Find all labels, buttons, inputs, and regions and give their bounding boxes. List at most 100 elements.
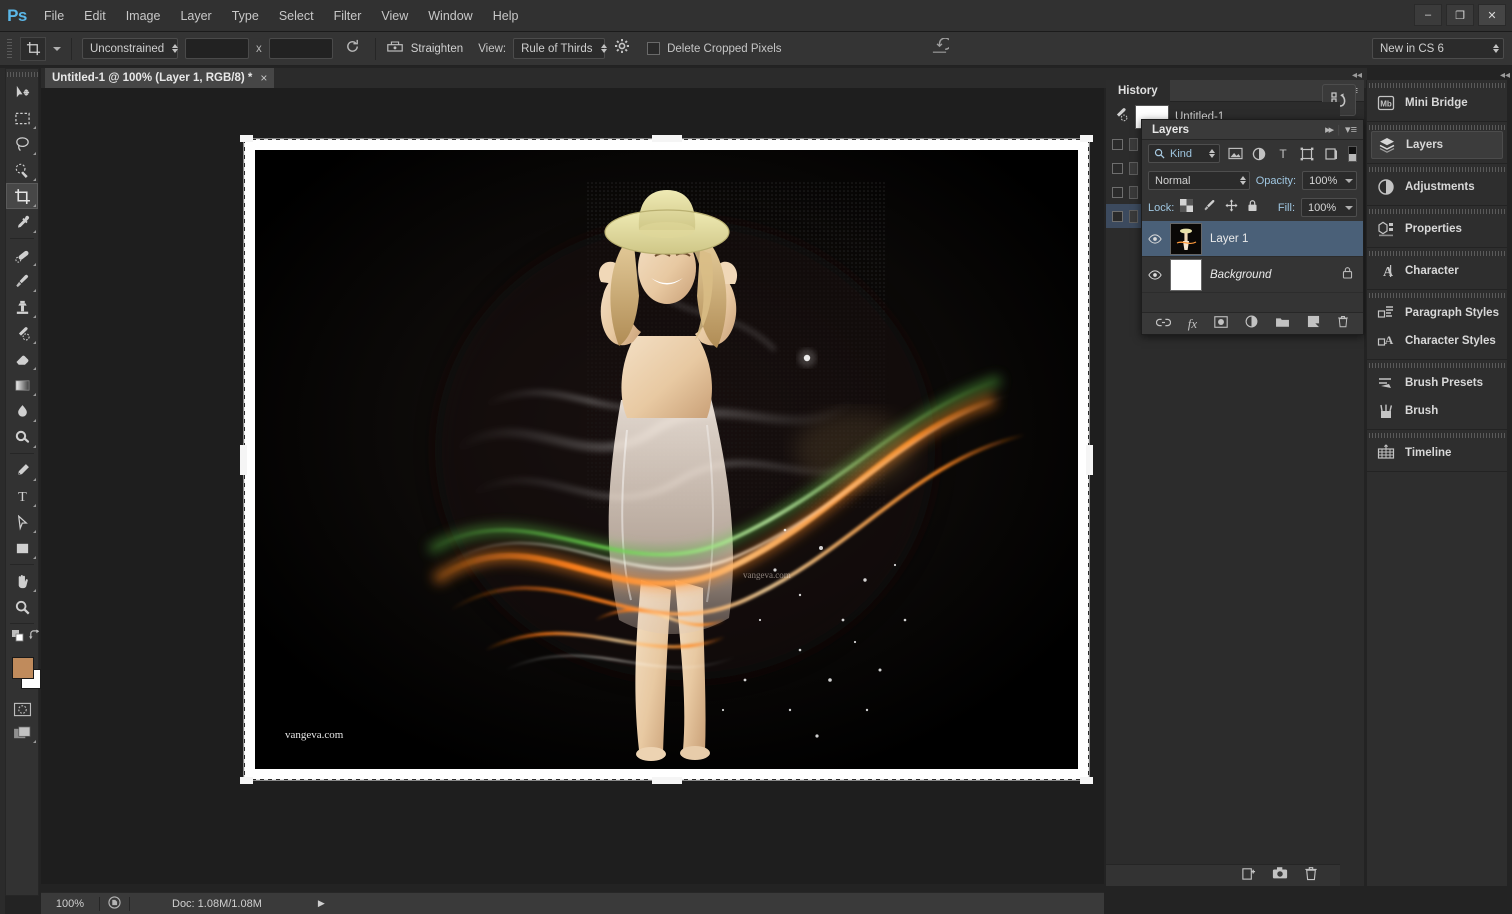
link-layers-icon[interactable] <box>1156 315 1171 333</box>
layer-row-background[interactable]: Background <box>1142 257 1363 293</box>
lasso-tool[interactable] <box>6 131 38 157</box>
delete-layer-icon[interactable] <box>1337 315 1349 333</box>
layer-style-fx-icon[interactable]: fx <box>1188 316 1197 332</box>
dock-item-timeline[interactable]: Timeline <box>1367 439 1507 467</box>
new-group-icon[interactable] <box>1275 315 1290 333</box>
opacity-input[interactable]: 100% <box>1302 171 1357 190</box>
move-tool[interactable] <box>6 79 38 105</box>
history-source-checkbox[interactable] <box>1112 139 1123 150</box>
menu-file[interactable]: File <box>34 0 74 32</box>
smart-object-filter-icon[interactable] <box>1322 145 1340 163</box>
crop-handle-top-left[interactable] <box>240 135 253 142</box>
menu-layer[interactable]: Layer <box>170 0 221 32</box>
layer-name[interactable]: Layer 1 <box>1210 233 1248 245</box>
close-button[interactable]: ✕ <box>1478 4 1506 26</box>
dock-group-grip[interactable] <box>1367 248 1507 257</box>
add-layer-mask-icon[interactable] <box>1214 315 1228 333</box>
foreground-color-swatch[interactable] <box>12 657 34 679</box>
panel-menu-icon[interactable]: ▾≡ <box>1345 123 1357 136</box>
dock-item-character[interactable]: A Character <box>1367 257 1507 285</box>
dock-item-adjustments[interactable]: Adjustments <box>1367 173 1507 201</box>
swap-colors-icon[interactable] <box>28 629 41 647</box>
dock-item-paragraph-styles[interactable]: Paragraph Styles <box>1367 299 1507 327</box>
quick-selection-tool[interactable] <box>6 157 38 183</box>
dock-group-grip[interactable] <box>1367 122 1507 131</box>
chevron-down-icon[interactable] <box>1345 179 1353 183</box>
lock-transparent-pixels-icon[interactable] <box>1180 199 1193 217</box>
new-layer-icon[interactable] <box>1307 315 1320 333</box>
crop-handle-bottom-left[interactable] <box>240 777 253 784</box>
document-tab[interactable]: Untitled-1 @ 100% (Layer 1, RGB/8) * × <box>45 68 274 88</box>
layer-name[interactable]: Background <box>1210 269 1271 281</box>
maximize-button[interactable]: ❐ <box>1446 4 1474 26</box>
crop-handle-middle-left[interactable] <box>240 445 247 475</box>
swap-dimensions-icon[interactable] <box>340 38 365 60</box>
history-source-checkbox[interactable] <box>1112 211 1123 222</box>
clone-stamp-tool[interactable] <box>6 294 38 320</box>
layer-filter-kind-dropdown[interactable]: Kind <box>1148 144 1220 163</box>
tool-preset-chevron-down-icon[interactable] <box>53 47 61 51</box>
collapse-icon[interactable]: ▸▸ <box>1325 123 1332 136</box>
rectangle-shape-tool[interactable] <box>6 535 38 561</box>
delete-cropped-pixels-checkbox[interactable] <box>647 42 660 55</box>
dock-item-brush[interactable]: Brush <box>1367 397 1507 425</box>
gradient-tool[interactable] <box>6 372 38 398</box>
lock-position-icon[interactable] <box>1225 199 1238 217</box>
fill-input[interactable]: 100% <box>1301 198 1357 217</box>
quick-mask-icon[interactable] <box>6 697 38 721</box>
chevron-down-icon[interactable] <box>1345 206 1353 210</box>
pen-tool[interactable] <box>6 457 38 483</box>
filter-enable-toggle[interactable] <box>1348 146 1357 162</box>
menu-type[interactable]: Type <box>222 0 269 32</box>
shape-layers-filter-icon[interactable] <box>1298 145 1316 163</box>
hand-tool[interactable] <box>6 568 38 594</box>
brush-tool[interactable] <box>6 268 38 294</box>
zoom-tool[interactable] <box>6 594 38 620</box>
crop-height-input[interactable] <box>269 38 333 59</box>
crop-selection[interactable]: vangeva.com vangeva.com <box>244 139 1089 780</box>
dock-item-properties[interactable]: Properties <box>1367 215 1507 243</box>
dock-group-grip[interactable] <box>1367 360 1507 369</box>
dock-group-grip[interactable] <box>1367 164 1507 173</box>
tab-layers[interactable]: Layers <box>1142 124 1199 136</box>
layer-row-layer-1[interactable]: Layer 1 <box>1142 221 1363 257</box>
close-icon[interactable]: × <box>260 71 267 85</box>
layer-thumbnail[interactable] <box>1170 223 1202 255</box>
gear-icon[interactable] <box>612 38 632 59</box>
default-colors-icon[interactable] <box>11 629 25 648</box>
dock-group-grip[interactable] <box>1367 430 1507 439</box>
minimize-button[interactable]: – <box>1414 4 1442 26</box>
menu-edit[interactable]: Edit <box>74 0 116 32</box>
type-layers-filter-icon[interactable]: T <box>1274 145 1292 163</box>
crop-handle-top-center[interactable] <box>652 135 682 142</box>
reset-icon[interactable] <box>930 38 949 60</box>
path-selection-tool[interactable] <box>6 509 38 535</box>
dock-group-grip[interactable] <box>1367 80 1507 89</box>
menu-window[interactable]: Window <box>418 0 482 32</box>
document-status-icon[interactable] <box>100 896 129 912</box>
aspect-ratio-dropdown[interactable]: Unconstrained <box>82 38 178 59</box>
lock-all-icon[interactable] <box>1247 199 1258 217</box>
dock-item-layers[interactable]: Layers <box>1371 131 1503 159</box>
straighten-icon[interactable] <box>386 39 404 59</box>
menu-view[interactable]: View <box>371 0 418 32</box>
history-brush-tool[interactable] <box>6 320 38 346</box>
layer-visibility-icon[interactable] <box>1148 234 1162 244</box>
crop-handle-bottom-center[interactable] <box>652 777 682 784</box>
eyedropper-tool[interactable] <box>6 209 38 235</box>
dock-item-mini-bridge[interactable]: Mb Mini Bridge <box>1367 89 1507 117</box>
crop-overlay-dropdown[interactable]: Rule of Thirds <box>513 38 605 59</box>
crop-width-input[interactable] <box>185 38 249 59</box>
eraser-tool[interactable] <box>6 346 38 372</box>
dock-group-grip[interactable] <box>1367 206 1507 215</box>
dodge-tool[interactable] <box>6 424 38 450</box>
canvas-area[interactable]: vangeva.com vangeva.com <box>41 88 1104 884</box>
crop-tool[interactable] <box>6 183 38 209</box>
status-expand-arrow-icon[interactable]: ▶ <box>318 898 325 909</box>
menu-filter[interactable]: Filter <box>324 0 372 32</box>
workspace-switcher-dropdown[interactable]: New in CS 6 <box>1372 38 1504 59</box>
pixel-layers-filter-icon[interactable] <box>1226 145 1244 163</box>
crop-handle-bottom-right[interactable] <box>1080 777 1093 784</box>
straighten-button[interactable]: Straighten <box>411 43 463 55</box>
crop-handle-top-right[interactable] <box>1080 135 1093 142</box>
